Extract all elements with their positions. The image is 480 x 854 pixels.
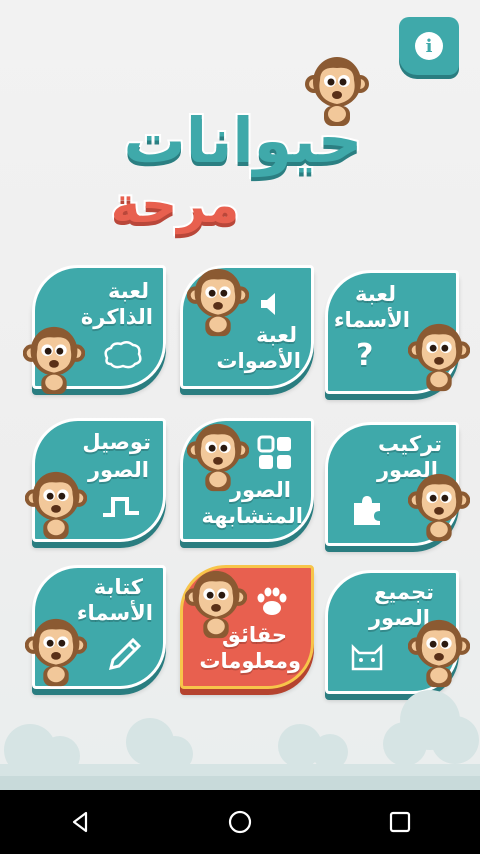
- tile-facts-info[interactable]: حقائق ومعلومات: [180, 565, 314, 689]
- question-icon: ?: [356, 338, 374, 373]
- recents-button[interactable]: [380, 802, 420, 842]
- grid-icon: [257, 435, 291, 469]
- home-button[interactable]: [220, 802, 260, 842]
- monkey-icon: [25, 471, 87, 540]
- tile-label-line1: كتابة: [93, 575, 143, 599]
- monkey-icon: [187, 268, 249, 337]
- pencil-icon: [108, 637, 142, 671]
- tile-write-names[interactable]: كتابة الأسماء: [25, 565, 166, 689]
- tile-memory-game[interactable]: لعبة الذاكرة: [23, 265, 166, 395]
- tile-label-line1: لعبة: [255, 323, 297, 347]
- info-icon: i: [415, 32, 443, 60]
- tile-label-line2: الأصوات: [216, 349, 301, 373]
- tile-label-line2: المتشابهة: [201, 504, 303, 528]
- tile-collect-pictures[interactable]: تجميع الصور: [325, 570, 470, 694]
- puzzle-icon: [354, 496, 380, 525]
- tile-label-line2: ومعلومات: [199, 649, 301, 673]
- tile-label-line1: لعبة: [107, 279, 149, 303]
- tile-label-line1: لعبة: [354, 282, 396, 306]
- tile-label-line1: تركيب: [378, 432, 442, 456]
- tile-label-line1: توصيل: [82, 430, 151, 454]
- tile-label-line2: الأسماء: [76, 601, 153, 625]
- home-icon: [228, 810, 252, 834]
- tile-names-game[interactable]: لعبة الأسماء ?: [325, 270, 470, 394]
- monkey-icon: [408, 473, 470, 542]
- back-icon: [72, 811, 88, 833]
- app-logo: حيوانات مرحة: [70, 50, 410, 235]
- tile-label-line2: الأسماء: [333, 308, 410, 332]
- tile-puzzle-pictures[interactable]: تركيب الصور: [325, 422, 470, 546]
- monkey-icon: [408, 323, 470, 392]
- monkey-icon: [25, 618, 87, 687]
- monkey-icon: [23, 326, 85, 395]
- logo-title-line2: مرحة: [109, 176, 241, 234]
- tile-label-line1: الصور: [229, 478, 291, 502]
- tile-label-line2: الذاكرة: [80, 305, 153, 329]
- cat-icon: [351, 643, 383, 671]
- logo-title-line1: حيوانات: [122, 104, 365, 177]
- android-navigation-bar: [0, 790, 480, 854]
- brain-icon: [104, 341, 142, 369]
- recents-icon: [389, 811, 411, 833]
- back-button[interactable]: [60, 802, 100, 842]
- paw-icon: [257, 587, 287, 615]
- background-trees: [0, 690, 480, 790]
- tile-connect-pictures[interactable]: توصيل الصور: [25, 418, 166, 542]
- tile-label-line2: الصور: [87, 458, 149, 482]
- connect-icon: [103, 497, 139, 517]
- tile-label-line1: حقائق: [222, 623, 287, 647]
- tile-similar-pictures[interactable]: الصور المتشابهة: [180, 418, 314, 542]
- tile-sounds-game[interactable]: لعبة الأصوات: [180, 265, 314, 389]
- tile-label-line1: تجميع: [373, 580, 434, 604]
- speaker-icon: [261, 293, 275, 315]
